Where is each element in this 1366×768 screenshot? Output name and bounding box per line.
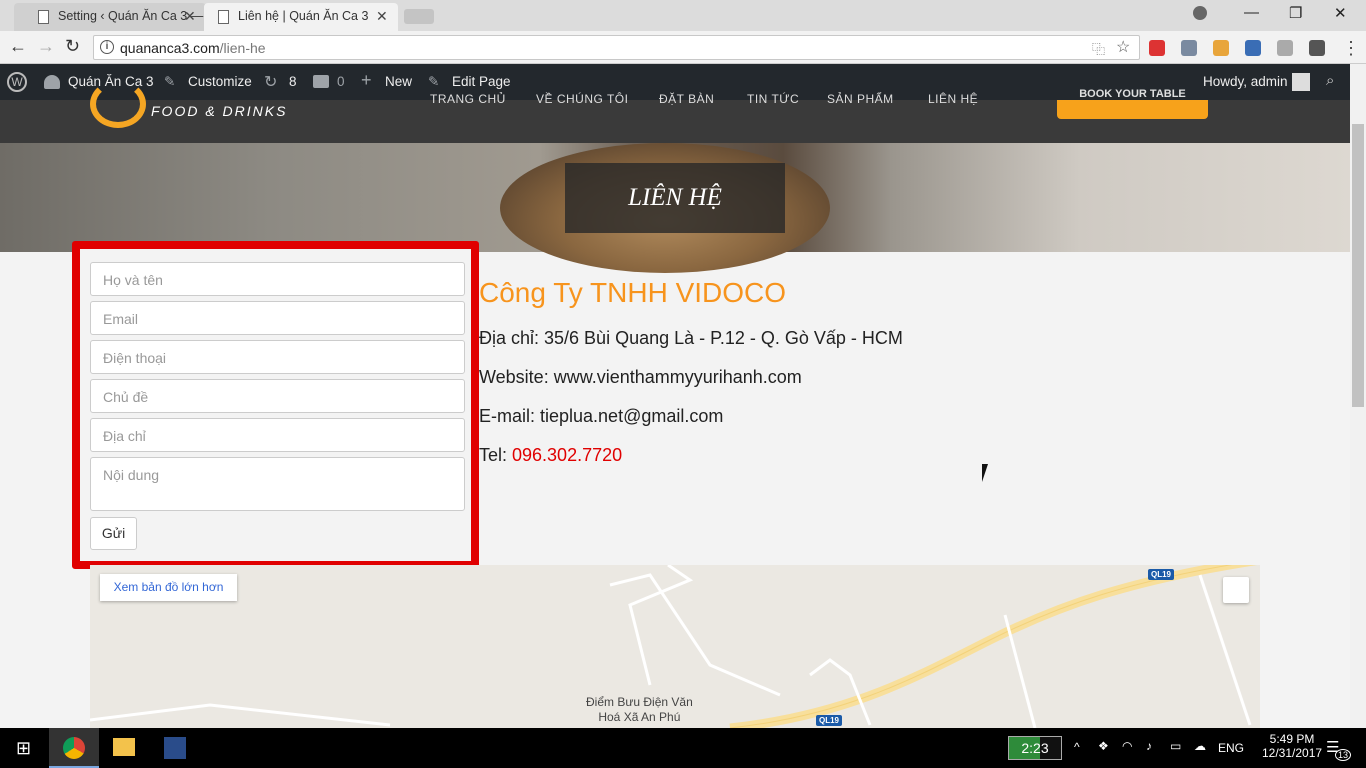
url-input[interactable]: i quananca3.com/lien-he ⿻ ☆ — [93, 35, 1140, 60]
page-scrollbar[interactable] — [1350, 64, 1366, 728]
extension-icon[interactable] — [1277, 40, 1293, 56]
menu-item-about[interactable]: VỀ CHÚNG TÔI — [536, 92, 628, 106]
browser-tab-bar: Setting ‹ Quán Ăn Ca 3 — ✕ Liên hệ | Quá… — [0, 0, 1366, 31]
menu-item-products[interactable]: SẢN PHẨM — [827, 92, 894, 106]
tab-setting[interactable]: Setting ‹ Quán Ăn Ca 3 — ✕ — [14, 3, 206, 31]
close-window-button[interactable]: ✕ — [1334, 4, 1347, 22]
updates-icon[interactable]: ↻ — [264, 72, 277, 92]
larger-map-link[interactable]: Xem bản đồ lớn hơn — [100, 574, 237, 601]
document-icon — [218, 10, 229, 24]
url-text: quananca3.com/lien-he — [120, 40, 266, 56]
contact-form: Họ và tên Email Điện thoại Chủ đề Địa ch… — [72, 241, 479, 569]
comments-count[interactable]: 0 — [337, 74, 345, 89]
hero-banner: LIÊN HỆ — [0, 143, 1350, 273]
document-icon — [38, 10, 49, 24]
minimize-button[interactable]: — — [1244, 4, 1259, 21]
extension-icon[interactable] — [1181, 40, 1197, 56]
message-field[interactable]: Nội dung — [90, 457, 465, 511]
volume-icon[interactable]: ♪ — [1146, 739, 1152, 753]
comments-icon[interactable] — [313, 75, 329, 88]
embedded-map[interactable]: Xem bản đồ lớn hơn QL19 QL19 Điểm Bưu Đi… — [90, 565, 1260, 728]
extension-icon[interactable] — [1245, 40, 1261, 56]
submit-button[interactable]: Gửi — [90, 517, 137, 550]
extension-icon[interactable] — [1309, 40, 1325, 56]
translate-icon[interactable]: ⿻ — [1092, 39, 1105, 58]
chrome-menu-icon[interactable]: ⋮ — [1342, 38, 1360, 59]
close-tab-icon[interactable]: ✕ — [184, 8, 196, 25]
bookmark-star-icon[interactable]: ☆ — [1116, 37, 1130, 57]
chrome-icon — [63, 737, 85, 759]
subject-field[interactable]: Chủ đề — [90, 379, 465, 413]
address-field[interactable]: Địa chỉ — [90, 418, 465, 452]
info-icon[interactable]: i — [100, 40, 114, 54]
logo-icon[interactable] — [90, 80, 146, 128]
customize-link[interactable]: Customize — [188, 74, 252, 89]
howdy-text[interactable]: Howdy, admin — [1203, 74, 1288, 89]
menu-item-contact[interactable]: LIÊN HỆ — [928, 92, 978, 106]
logo-text: FOOD & DRINKS — [151, 103, 288, 119]
clock[interactable]: 5:49 PM 12/31/2017 — [1262, 732, 1322, 760]
windows-start-icon[interactable]: ⊞ — [16, 738, 31, 759]
email-field[interactable]: Email — [90, 301, 465, 335]
onedrive-icon[interactable]: ☁ — [1194, 739, 1206, 753]
notification-count: 13 — [1335, 749, 1352, 761]
file-explorer-icon[interactable] — [113, 738, 135, 756]
restore-button[interactable]: ❐ — [1289, 4, 1302, 22]
tray-chevron-icon[interactable]: ^ — [1074, 740, 1080, 754]
map-poi[interactable]: Điểm Bưu Điện Văn Hoá Xã An Phú — [586, 695, 693, 725]
book-table-button[interactable]: BOOK YOUR TABLE — [1057, 89, 1208, 119]
tel-number[interactable]: 096.302.7720 — [512, 445, 622, 465]
avatar[interactable] — [1292, 73, 1310, 91]
page-title: LIÊN HỆ — [565, 163, 785, 233]
dashboard-icon — [44, 75, 60, 89]
profile-icon[interactable] — [1193, 6, 1207, 20]
tab-label: Setting ‹ Quán Ăn Ca 3 — — [58, 9, 204, 23]
menu-item-home[interactable]: TRANG CHỦ — [430, 92, 506, 106]
company-website: Website: www.vienthammyyurihanh.com — [479, 367, 802, 387]
extension-icon[interactable] — [1213, 40, 1229, 56]
power-icon[interactable]: ▭ — [1170, 739, 1181, 753]
mouse-cursor-icon — [982, 464, 988, 482]
road-label: QL19 — [816, 715, 843, 726]
scrollbar-thumb[interactable] — [1352, 124, 1364, 407]
app-icon[interactable] — [164, 737, 186, 759]
forward-icon[interactable]: → — [37, 36, 55, 57]
language-indicator[interactable]: ENG — [1218, 741, 1244, 755]
dropbox-icon[interactable]: ❖ — [1098, 739, 1109, 753]
windows-taskbar: ⊞ 2:23 ^ ❖ ◠ ♪ ▭ ☁ ENG 5:49 PM 12/31/2017… — [0, 728, 1366, 768]
battery-indicator[interactable]: 2:23 — [1008, 736, 1062, 760]
close-tab-icon[interactable]: ✕ — [376, 8, 388, 25]
brush-icon: ✎ — [164, 74, 176, 89]
extension-icon[interactable] — [1149, 40, 1165, 56]
menu-item-booking[interactable]: ĐẶT BÀN — [659, 92, 714, 106]
tab-label: Liên hệ | Quán Ăn Ca 3 — [238, 9, 369, 23]
company-tel: Tel: 096.302.7720 — [479, 445, 623, 465]
search-icon[interactable]: ⌕ — [1326, 72, 1334, 89]
company-email: E-mail: tieplua.net@gmail.com — [479, 406, 724, 426]
chrome-taskbar-item[interactable] — [49, 728, 99, 768]
updates-count[interactable]: 8 — [289, 74, 297, 89]
street-view-icon[interactable] — [1223, 577, 1249, 603]
back-icon[interactable]: ← — [9, 36, 27, 57]
reload-icon[interactable]: ↻ — [65, 36, 80, 57]
phone-field[interactable]: Điện thoại — [90, 340, 465, 374]
road-label: QL19 — [1148, 569, 1175, 580]
name-field[interactable]: Họ và tên — [90, 262, 465, 296]
tab-lien-he[interactable]: Liên hệ | Quán Ăn Ca 3 ✕ — [204, 3, 398, 31]
company-name: Công Ty TNHH VIDOCO — [479, 277, 787, 308]
edit-page-link[interactable]: Edit Page — [452, 74, 511, 89]
plus-icon[interactable]: + — [361, 70, 372, 91]
new-tab-button[interactable] — [404, 9, 434, 24]
wifi-icon[interactable]: ◠ — [1122, 739, 1132, 753]
company-address: Địa chỉ: 35/6 Bùi Quang Là - P.12 - Q. G… — [479, 328, 903, 348]
pencil-icon: ✎ — [428, 74, 440, 89]
menu-item-news[interactable]: TIN TỨC — [747, 92, 799, 106]
new-link[interactable]: New — [385, 74, 412, 89]
wordpress-icon[interactable]: W — [7, 72, 27, 92]
